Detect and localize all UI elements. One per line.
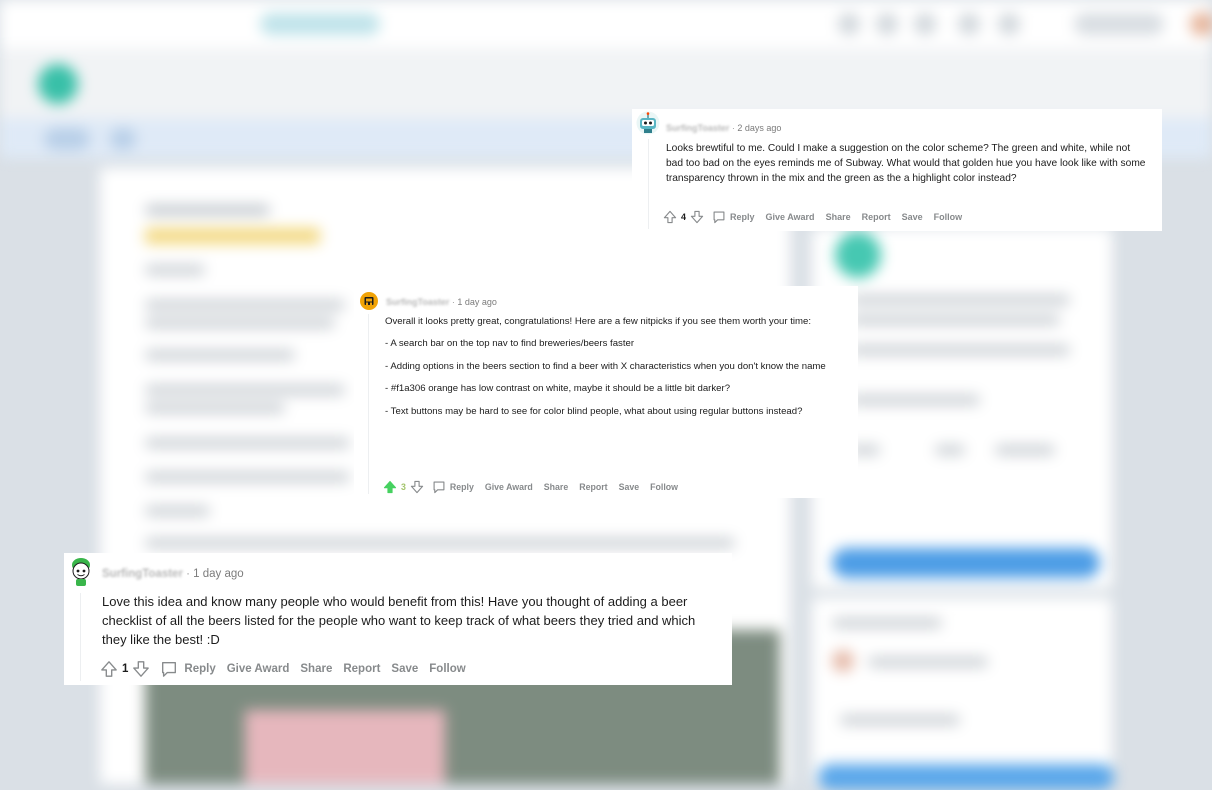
give-award-button[interactable]: Give Award [227, 663, 290, 675]
report-button[interactable]: Report [579, 482, 607, 492]
timestamp[interactable]: 1 day ago [193, 568, 244, 580]
comment-actions: 1 Reply Give Award Share Report Save Fol… [100, 660, 477, 678]
reply-label: Reply [184, 663, 216, 675]
upvote-icon[interactable] [383, 480, 397, 494]
robot-avatar-icon[interactable] [636, 111, 660, 135]
comment-actions: 3 Reply Give Award Share Report Save Fol… [383, 480, 689, 494]
comment-paragraph: Looks brewtiful to me. Could I make a su… [666, 143, 1146, 184]
upvote-icon[interactable] [100, 660, 118, 678]
follow-button[interactable]: Follow [934, 212, 963, 222]
comment-paragraph: - A search bar on the top nav to find br… [385, 338, 635, 350]
report-button[interactable]: Report [343, 663, 380, 675]
report-button[interactable]: Report [862, 212, 891, 222]
comment-body: Looks brewtiful to me. Could I make a su… [666, 142, 1146, 186]
username-link[interactable]: SurfingToaster [666, 123, 729, 133]
thread-line[interactable] [648, 139, 649, 229]
reply-button[interactable]: Reply [160, 660, 216, 678]
thread-line[interactable] [80, 593, 81, 681]
reply-button[interactable]: Reply [432, 480, 474, 494]
follow-button[interactable]: Follow [429, 663, 465, 675]
downvote-icon[interactable] [690, 210, 704, 224]
reply-button[interactable]: Reply [712, 210, 755, 224]
comment-card: SurfingToaster · 2 days ago Looks brewti… [632, 109, 1162, 231]
comment-paragraph: - Text buttons may be hard to see for co… [385, 405, 803, 417]
downvote-icon[interactable] [410, 480, 424, 494]
timestamp[interactable]: 1 day ago [457, 297, 497, 307]
comment-actions: 4 Reply Give Award Share Report Save Fol… [663, 210, 973, 224]
upvote-icon[interactable] [663, 210, 677, 224]
save-button[interactable]: Save [902, 212, 923, 222]
comment-body: Overall it looks pretty great, congratul… [385, 315, 840, 427]
comment-bubble-icon [432, 480, 446, 494]
share-button[interactable]: Share [544, 482, 568, 492]
vote-count: 3 [401, 482, 406, 492]
comment-paragraph: Love this idea and know many people who … [102, 594, 696, 647]
comment-paragraph: - #f1a306 orange has low contrast on whi… [385, 383, 731, 395]
reply-label: Reply [449, 482, 474, 492]
give-award-button[interactable]: Give Award [485, 482, 533, 492]
comment-bubble-icon [160, 660, 178, 678]
comment-paragraph: Overall it looks pretty great, congratul… [385, 316, 812, 327]
comment-meta: SurfingToaster · 1 day ago [102, 568, 244, 580]
vote-count: 1 [122, 663, 129, 675]
reply-label: Reply [730, 212, 755, 222]
comment-bubble-icon [712, 210, 726, 224]
username-link[interactable]: SurfingToaster [386, 297, 449, 307]
comment-meta: SurfingToaster · 2 days ago [666, 123, 782, 133]
timestamp[interactable]: 2 days ago [737, 123, 781, 133]
save-button[interactable]: Save [619, 482, 640, 492]
vote-count: 4 [681, 212, 687, 222]
thread-line[interactable] [368, 314, 369, 494]
username-link[interactable]: SurfingToaster [102, 568, 183, 580]
comment-card: SurfingToaster · 1 day ago Overall it lo… [354, 286, 858, 498]
share-button[interactable]: Share [826, 212, 851, 222]
save-button[interactable]: Save [391, 663, 418, 675]
comment-card: SurfingToaster · 1 day ago Love this ide… [64, 553, 732, 685]
follow-button[interactable]: Follow [650, 482, 678, 492]
give-award-button[interactable]: Give Award [766, 212, 815, 222]
comment-meta: SurfingToaster · 1 day ago [386, 297, 497, 307]
share-button[interactable]: Share [300, 663, 332, 675]
comment-paragraph: - Adding options in the beers section to… [385, 360, 826, 372]
downvote-icon[interactable] [132, 660, 150, 678]
comment-body: Love this idea and know many people who … [102, 592, 702, 649]
green-hair-snoo-avatar-icon[interactable] [68, 557, 94, 587]
background-community-avatar [38, 64, 78, 104]
background-top-bar [0, 0, 1212, 48]
orange-snoo-avatar-icon[interactable] [360, 292, 378, 310]
